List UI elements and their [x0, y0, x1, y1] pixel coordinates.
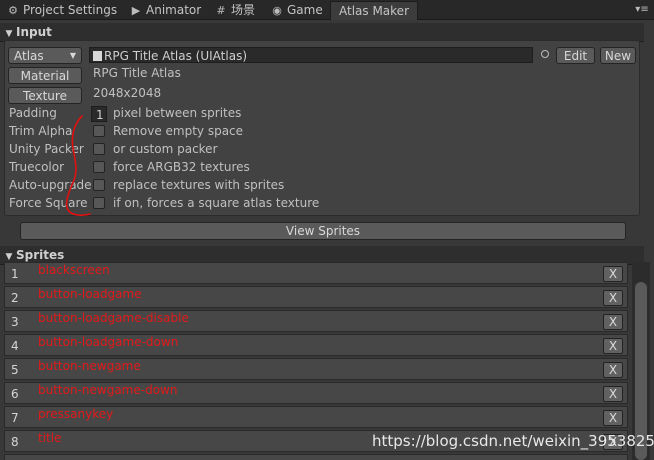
remove-sprite-button[interactable]: X — [603, 362, 623, 378]
padding-label: Padding — [9, 106, 57, 120]
object-picker-icon[interactable] — [541, 50, 549, 58]
remove-sprite-button[interactable]: X — [603, 266, 623, 282]
texture-button[interactable]: Texture — [8, 87, 82, 104]
tab-game[interactable]: ◉ Game — [270, 1, 323, 19]
material-value: RPG Title Atlas — [93, 66, 181, 80]
remove-sprite-button[interactable]: X — [603, 386, 623, 402]
sprite-name[interactable]: button-loadgame-down — [38, 335, 178, 349]
sprite-index: 1 — [11, 267, 19, 281]
remove-sprite-button[interactable]: X — [603, 410, 623, 426]
atlas-asset-icon — [93, 51, 102, 61]
remove-sprite-button[interactable]: X — [603, 314, 623, 330]
sprite-index: 6 — [11, 387, 19, 401]
sprite-name[interactable]: pressanykey — [38, 407, 113, 421]
gear-icon: ⚙ — [8, 4, 18, 17]
trim-alpha-description: Remove empty space — [113, 124, 244, 138]
sprite-name[interactable]: title — [38, 431, 61, 445]
game-icon: ◉ — [272, 4, 282, 17]
sprite-name[interactable]: button-loadgame-disable — [38, 311, 189, 325]
watermark-text: https://blog.csdn.net/weixin_39538253 — [372, 432, 654, 450]
sprite-row: 7 pressanykey X — [4, 406, 628, 428]
red-annotation-stroke — [65, 115, 91, 216]
sprites-section-title: Sprites — [16, 248, 65, 262]
sprite-index: 7 — [11, 411, 19, 425]
sprite-row: 4 button-loadgame-down X — [4, 334, 628, 356]
sprite-index: 5 — [11, 363, 19, 377]
animator-icon: ▶ — [131, 4, 141, 17]
sprite-name[interactable]: button-newgame — [38, 359, 141, 373]
sprite-index: 8 — [11, 435, 19, 449]
view-sprites-button[interactable]: View Sprites — [20, 222, 626, 240]
atlas-object-field[interactable]: RPG Title Atlas (UIAtlas) — [89, 47, 533, 63]
sprite-name[interactable]: button-newgame-down — [38, 383, 177, 397]
unity-packer-description: or custom packer — [113, 142, 218, 156]
truecolor-description: force ARGB32 textures — [113, 160, 250, 174]
sprite-row: 5 button-newgame X — [4, 358, 628, 380]
input-section-title: Input — [16, 25, 52, 39]
material-button[interactable]: Material — [8, 67, 82, 84]
tab-project-settings[interactable]: ⚙ Project Settings — [6, 1, 117, 19]
scene-grid-icon: # — [216, 4, 226, 17]
padding-description: pixel between sprites — [113, 106, 242, 120]
sprite-row-partial — [4, 454, 628, 460]
sprite-row: 1 blackscreen X — [4, 262, 628, 284]
truecolor-label: Truecolor — [9, 160, 65, 174]
sprite-row: 6 button-newgame-down X — [4, 382, 628, 404]
tab-scene[interactable]: # 场景 — [214, 1, 255, 19]
atlas-dropdown[interactable]: Atlas ▼ — [8, 47, 82, 64]
sprite-index: 2 — [11, 291, 19, 305]
sprites-scrollbar[interactable] — [632, 262, 650, 460]
tab-bar: ⚙ Project Settings ▶ Animator # 场景 ◉ Game At… — [0, 0, 654, 20]
new-button[interactable]: New — [600, 47, 636, 64]
sprite-index: 4 — [11, 339, 19, 353]
remove-sprite-button[interactable]: X — [603, 290, 623, 306]
tab-animator[interactable]: ▶ Animator — [129, 1, 201, 19]
sprite-name[interactable]: button-loadgame — [38, 287, 142, 301]
sprite-name[interactable]: blackscreen — [38, 263, 110, 277]
sprite-row: 3 button-loadgame-disable X — [4, 310, 628, 332]
sprite-row: 2 button-loadgame X — [4, 286, 628, 308]
texture-value: 2048x2048 — [93, 86, 162, 100]
remove-sprite-button[interactable]: X — [603, 338, 623, 354]
tab-atlas-maker[interactable]: Atlas Maker — [330, 1, 419, 20]
chevron-down-icon: ▼ — [69, 51, 76, 60]
auto-upgrade-description: replace textures with sprites — [113, 178, 285, 192]
sprite-index: 3 — [11, 315, 19, 329]
force-square-description: if on, forces a square atlas texture — [113, 196, 320, 210]
tab-menu-icon[interactable]: ▾≡ — [634, 1, 650, 19]
edit-button[interactable]: Edit — [556, 47, 595, 64]
